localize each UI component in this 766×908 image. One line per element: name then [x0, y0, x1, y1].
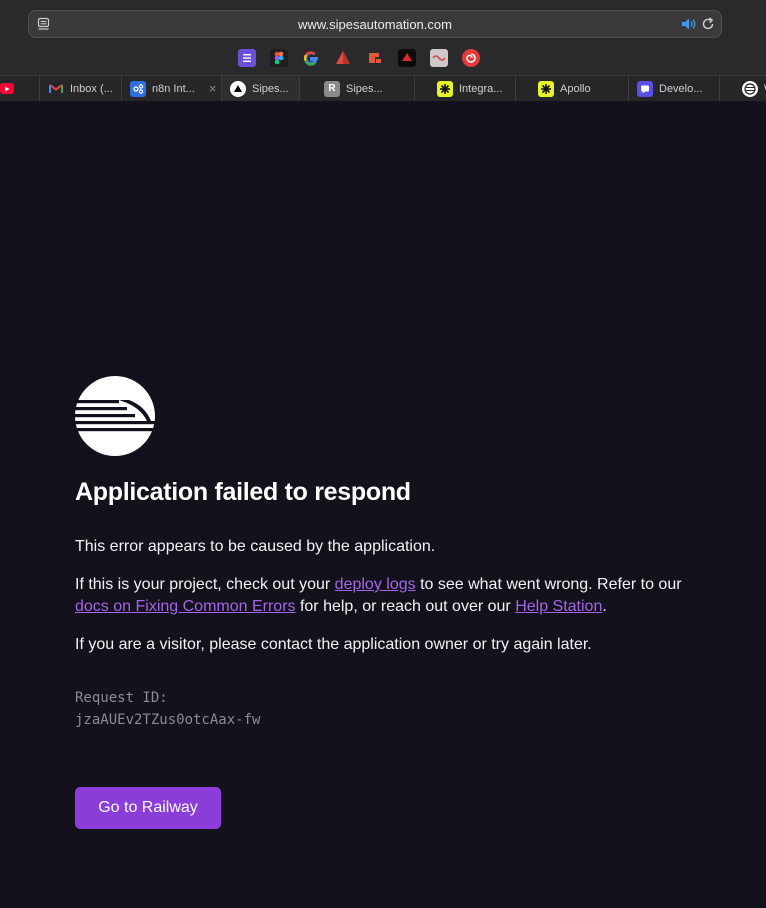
- error-cause-text: This error appears to be caused by the a…: [75, 538, 436, 555]
- figma-icon[interactable]: [270, 49, 288, 67]
- browser-chrome: www.sipesautomation.com Inbox (... n8n I…: [0, 0, 766, 101]
- request-id-label: Request ID:: [75, 690, 168, 706]
- address-bar[interactable]: www.sipesautomation.com: [28, 10, 722, 38]
- link-icon[interactable]: [430, 49, 448, 67]
- n8n-icon: [130, 80, 146, 97]
- error-page: Application failed to respond This error…: [75, 376, 695, 829]
- swirl-icon[interactable]: [462, 49, 480, 67]
- w-icon: [742, 80, 758, 97]
- tab-sipes-label: Sipes...: [252, 82, 289, 95]
- reload-icon[interactable]: [701, 17, 715, 31]
- r-icon: R: [324, 80, 340, 97]
- tab-integrations[interactable]: Integra...: [415, 76, 516, 101]
- tab-developer[interactable]: Develo...: [629, 76, 720, 101]
- tab-integrations-label: Integra...: [459, 82, 503, 95]
- p2-text-c: for help, or reach out over our: [295, 598, 516, 615]
- youtube-icon: [0, 83, 14, 94]
- tab-sipes-2[interactable]: R Sipes...: [300, 76, 415, 101]
- notes-icon[interactable]: [238, 49, 256, 67]
- speaker-icon[interactable]: [681, 17, 697, 31]
- tab-sipes-active[interactable]: Sipes...: [222, 76, 300, 101]
- help-station-link[interactable]: Help Station: [515, 598, 602, 615]
- tab-n8n-label: n8n Int...: [152, 82, 195, 95]
- tab-apollo[interactable]: Apollo: [516, 76, 629, 101]
- developer-icon: [637, 80, 653, 97]
- tab-w[interactable]: W: [720, 76, 766, 101]
- red-tool-icon[interactable]: [366, 49, 384, 67]
- p2-text-b: to see what went wrong. Refer to our: [415, 576, 682, 593]
- tab-gmail[interactable]: Inbox (...: [40, 76, 122, 101]
- project-owner-text: If this is your project, check out your …: [75, 574, 695, 618]
- request-id-value: jzaAUEv2TZus0otcAax-fw: [75, 712, 261, 728]
- go-to-railway-button[interactable]: Go to Railway: [75, 787, 221, 829]
- tab-gmail-label: Inbox (...: [70, 82, 113, 95]
- dark-app-icon[interactable]: [398, 49, 416, 67]
- pyramid-icon[interactable]: [334, 49, 352, 67]
- close-tab-icon[interactable]: ×: [209, 81, 217, 96]
- tab-developer-label: Develo...: [659, 82, 703, 95]
- railway-icon: [230, 80, 246, 97]
- google-icon[interactable]: [302, 49, 320, 67]
- tab-youtube[interactable]: [0, 76, 40, 101]
- tab-bar: Inbox (... n8n Int... × Sipes... R Sipes…: [0, 75, 766, 101]
- tab-sipes-2-label: Sipes...: [346, 82, 383, 95]
- tab-apollo-label: Apollo: [560, 82, 591, 95]
- docs-common-errors-link[interactable]: docs on Fixing Common Errors: [75, 598, 296, 615]
- visitor-text: If you are a visitor, please contact the…: [75, 636, 592, 653]
- request-id-block: Request ID: jzaAUEv2TZus0otcAax-fw: [75, 687, 695, 731]
- deploy-logs-link[interactable]: deploy logs: [335, 576, 416, 593]
- p2-text-a: If this is your project, check out your: [75, 576, 335, 593]
- page-title: Application failed to respond: [75, 478, 411, 506]
- tab-n8n[interactable]: n8n Int... ×: [122, 76, 222, 101]
- p2-text-d: .: [602, 598, 607, 615]
- railway-logo-icon: [75, 376, 155, 456]
- integration-icon: [437, 80, 453, 97]
- url-text[interactable]: www.sipesautomation.com: [29, 17, 721, 32]
- apollo-icon: [538, 80, 554, 97]
- gmail-icon: [48, 81, 64, 97]
- bookmarks-bar: [238, 49, 480, 67]
